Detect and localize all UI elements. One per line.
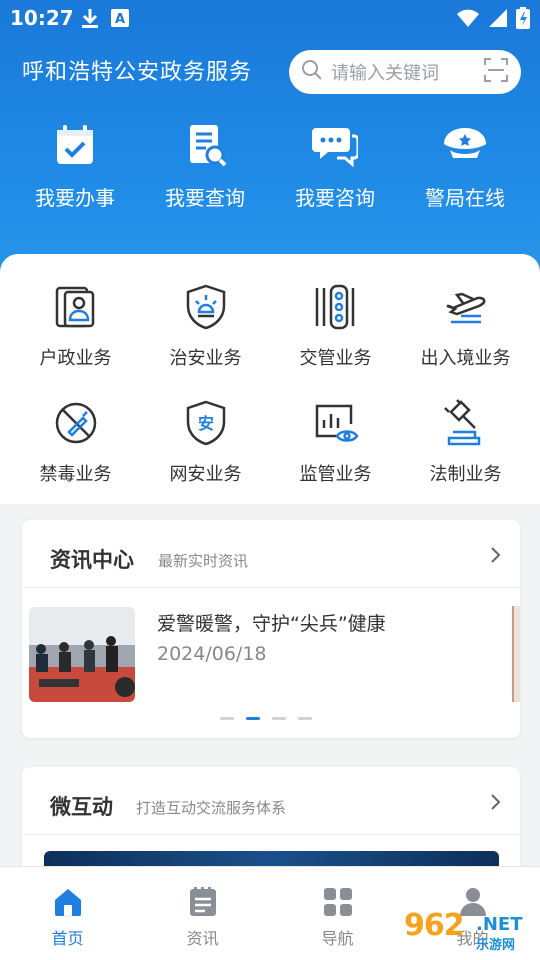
next-news-preview[interactable] (512, 606, 520, 702)
quick-action-label: 我要查询 (165, 186, 245, 210)
service-supervision[interactable]: 监管业务 (268, 398, 403, 486)
service-label: 交管业务 (299, 348, 372, 369)
tab-news[interactable]: 资讯 (135, 867, 270, 960)
interact-card-header[interactable]: 微互动 打造互动交流服务体系 (22, 767, 520, 835)
news-icon (186, 885, 220, 919)
service-anti-drug[interactable]: 禁毒业务 (8, 398, 143, 486)
police-cap-icon (442, 122, 488, 168)
watermark-text: 乐游网 (476, 938, 516, 953)
watermark-suffix: .NET (476, 914, 523, 935)
id-card-icon (51, 282, 101, 332)
news-thumbnail[interactable] (29, 607, 135, 702)
news-card: 资讯中心 最新实时资讯 爱警暖警，守护“尖兵”健康 2024/06/18 (22, 520, 520, 738)
tab-label: 资讯 (186, 929, 219, 948)
svg-text:安: 安 (197, 414, 213, 433)
carousel-dot (220, 717, 234, 720)
airplane-icon (441, 282, 491, 332)
news-card-header[interactable]: 资讯中心 最新实时资讯 (22, 520, 520, 588)
grid-icon (321, 885, 355, 919)
status-time: 10:27 (10, 6, 74, 30)
service-label: 出入境业务 (420, 348, 511, 369)
quick-action-apply[interactable]: 我要办事 (10, 122, 140, 211)
no-drugs-icon (51, 398, 101, 448)
service-legal[interactable]: 法制业务 (398, 398, 533, 486)
search-input[interactable]: 请输入关键词 (331, 59, 483, 85)
gavel-icon (441, 398, 491, 448)
service-exit-entry[interactable]: 出入境业务 (398, 282, 533, 370)
carousel-dot (298, 717, 312, 720)
calendar-check-icon (52, 122, 98, 168)
carousel-dot-active (246, 717, 260, 720)
news-item-date: 2024/06/18 (157, 643, 267, 665)
interact-card-subtitle: 打造互动交流服务体系 (136, 799, 287, 817)
chevron-right-icon[interactable] (490, 546, 502, 568)
home-icon (51, 885, 85, 919)
service-label: 治安业务 (169, 348, 242, 369)
watermark-number: 962 (404, 908, 465, 943)
site-watermark: 962 .NET 乐游网 (398, 888, 538, 956)
news-card-subtitle: 最新实时资讯 (158, 552, 249, 570)
signal-icon (488, 8, 508, 32)
quick-action-query[interactable]: 我要查询 (140, 122, 270, 211)
chat-bubbles-icon (312, 122, 360, 168)
carousel-indicator (220, 717, 312, 720)
document-search-icon (182, 122, 228, 168)
quick-action-label: 警局在线 (425, 186, 505, 210)
a-notification-icon: A (110, 7, 130, 33)
download-icon (80, 7, 100, 33)
quick-action-label: 我要咨询 (295, 186, 375, 210)
search-bar[interactable]: 请输入关键词 (289, 50, 521, 94)
tab-home[interactable]: 首页 (0, 867, 135, 960)
interact-card-title: 微互动 (50, 795, 113, 819)
service-public-security[interactable]: 治安业务 (138, 282, 273, 370)
svg-text:A: A (115, 12, 125, 27)
service-label: 网安业务 (169, 464, 242, 485)
quick-action-label: 我要办事 (35, 186, 115, 210)
quick-action-consult[interactable]: 我要咨询 (270, 122, 400, 211)
quick-action-police-online[interactable]: 警局在线 (400, 122, 530, 211)
tab-navigation[interactable]: 导航 (270, 867, 405, 960)
tab-label: 导航 (321, 929, 354, 948)
service-label: 法制业务 (429, 464, 502, 485)
service-household[interactable]: 户政业务 (8, 282, 143, 370)
shield-light-icon (181, 282, 231, 332)
status-bar: 10:27 A (0, 0, 540, 38)
news-card-title: 资讯中心 (50, 548, 134, 572)
wifi-icon (456, 8, 480, 32)
service-label: 禁毒业务 (39, 464, 112, 485)
service-traffic[interactable]: 交管业务 (268, 282, 403, 370)
monitor-eye-icon (311, 398, 361, 448)
service-label: 监管业务 (299, 464, 372, 485)
carousel-dot (272, 717, 286, 720)
search-icon (301, 59, 323, 85)
service-grid: 户政业务 治安业务 交管业务 出入境业务 禁毒业务 安 网安业务 监管业务 法制… (0, 254, 540, 504)
battery-charging-icon (516, 7, 530, 33)
tab-label: 首页 (51, 929, 84, 948)
app-title: 呼和浩特公安政务服务 (22, 60, 253, 85)
news-item-title[interactable]: 爱警暖警，守护“尖兵”健康 (157, 609, 386, 636)
service-label: 户政业务 (39, 348, 112, 369)
service-cyber-security[interactable]: 安 网安业务 (138, 398, 273, 486)
scan-icon[interactable] (483, 57, 509, 87)
traffic-light-icon (311, 282, 361, 332)
chevron-right-icon[interactable] (490, 793, 502, 815)
shield-an-icon: 安 (181, 398, 231, 448)
